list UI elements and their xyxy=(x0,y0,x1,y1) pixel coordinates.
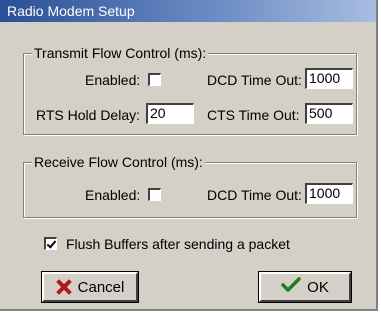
cancel-button-label: Cancel xyxy=(77,278,125,296)
cts-timeout-label: CTS Time Out: xyxy=(207,107,300,123)
ok-button-label: OK xyxy=(307,278,329,296)
transmit-enabled-label: Enabled: xyxy=(85,72,141,88)
receive-enabled-label: Enabled: xyxy=(85,187,141,203)
transmit-flow-control-legend: Transmit Flow Control (ms): xyxy=(32,45,209,61)
x-icon xyxy=(56,279,72,295)
flush-buffers-checkbox[interactable] xyxy=(44,237,57,250)
cts-timeout-input[interactable]: 500 xyxy=(305,103,353,124)
radio-modem-setup-dialog: Radio Modem Setup Transmit Flow Control … xyxy=(0,0,378,311)
receive-enabled-checkbox[interactable] xyxy=(148,188,161,201)
transmit-dcd-input[interactable]: 1000 xyxy=(305,68,353,89)
cancel-button[interactable]: Cancel xyxy=(41,271,139,303)
rts-hold-delay-label: RTS Hold Delay: xyxy=(36,107,141,123)
ok-button[interactable]: OK xyxy=(258,271,352,303)
rts-hold-delay-input[interactable]: 20 xyxy=(146,103,194,124)
window-title: Radio Modem Setup xyxy=(7,3,135,19)
transmit-enabled-checkbox[interactable] xyxy=(148,73,161,86)
transmit-dcd-label: DCD Time Out: xyxy=(207,72,302,88)
flush-buffers-label[interactable]: Flush Buffers after sending a packet xyxy=(66,236,290,252)
receive-flow-control-legend: Receive Flow Control (ms): xyxy=(32,154,205,170)
receive-dcd-label: DCD Time Out: xyxy=(207,187,302,203)
title-bar[interactable]: Radio Modem Setup xyxy=(0,0,376,22)
checkmark-icon xyxy=(281,277,301,297)
receive-dcd-input[interactable]: 1000 xyxy=(305,183,353,204)
